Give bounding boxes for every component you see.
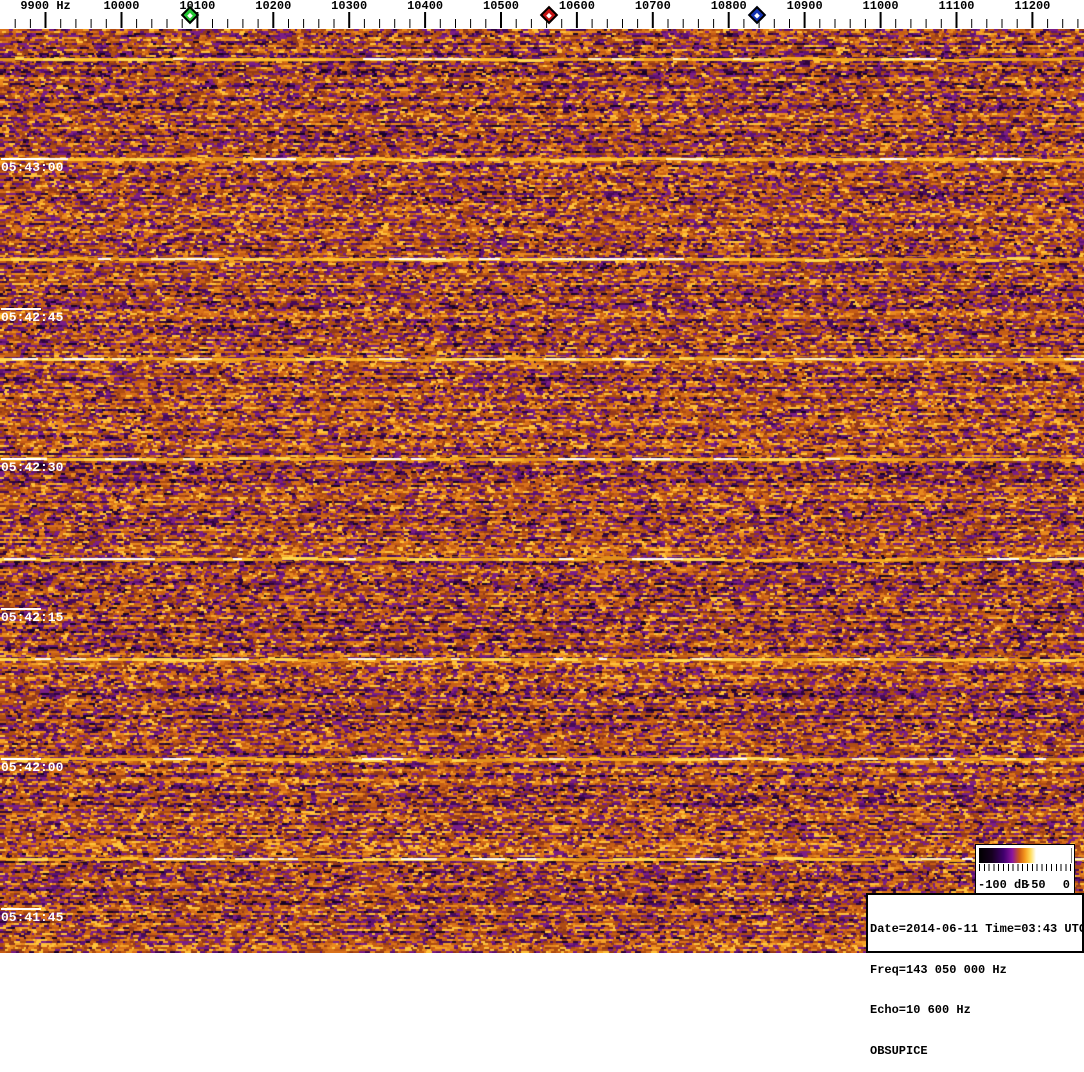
colorbar-max-label: 0: [1062, 878, 1070, 892]
time-label-text: 05:42:30: [1, 460, 64, 475]
time-label-text: 05:42:45: [1, 310, 64, 325]
freq-tick-label-10800: 10800: [710, 0, 747, 13]
time-label-054215: 05:42:15: [1, 608, 63, 625]
colorbar-mid-label: -50: [1023, 878, 1046, 892]
freq-tick-label-9900: 9900 Hz: [20, 0, 71, 13]
info-echo-line: Echo=10 600 Hz: [870, 1003, 971, 1017]
time-label-054145: 05:41:45: [1, 908, 63, 925]
color-scale-legend: -100 dB -50 0: [975, 844, 1075, 894]
freq-tick-label-11000: 11000: [862, 0, 899, 13]
time-label-054300: 05:43:00: [1, 158, 63, 175]
freq-tick-label-10600: 10600: [558, 0, 595, 13]
observation-info-box: Date=2014-06-11 Time=03:43 UTC Freq=143 …: [866, 893, 1084, 1057]
frequency-scale[interactable]: 9900 Hz 10000 10100 10200 10300 10400 10500 106…: [0, 0, 1084, 29]
red-diamond-marker[interactable]: [539, 5, 559, 25]
time-label-text: 05:43:00: [1, 160, 64, 175]
green-diamond-marker-center-dot: [186, 12, 193, 18]
info-frequency-line: Freq=143 050 000 Hz: [870, 962, 1007, 977]
freq-tick-label-10300: 10300: [331, 0, 368, 13]
time-label-054230: 05:42:30: [1, 458, 63, 475]
colorbar-tick-ruler: [979, 864, 1071, 871]
freq-tick-label-10900: 10900: [786, 0, 823, 13]
time-label-text: 05:41:45: [1, 910, 64, 925]
red-diamond-marker-center-dot: [545, 12, 552, 18]
freq-tick-label-10700: 10700: [634, 0, 671, 13]
freq-tick-label-10400: 10400: [407, 0, 444, 13]
info-station-line: OBSUPICE: [870, 1043, 928, 1058]
blue-diamond-marker-center-dot: [753, 12, 760, 18]
info-date-time-line: Date=2014-06-11 Time=03:43 UTC: [870, 922, 1084, 936]
green-diamond-marker[interactable]: [180, 5, 199, 25]
blue-diamond-marker[interactable]: [747, 5, 767, 25]
red-diamond-marker-shape: [539, 5, 559, 25]
time-label-054245: 05:42:45: [1, 308, 63, 325]
freq-tick-label-11100: 11100: [938, 0, 975, 13]
blue-diamond-marker-shape: [747, 5, 767, 25]
time-label-054200: 05:42:00: [1, 758, 63, 775]
time-label-text: 05:42:00: [1, 760, 64, 775]
freq-tick-label-10200: 10200: [255, 0, 292, 13]
green-diamond-marker-shape: [180, 5, 199, 25]
spectrogram-waterfall-canvas[interactable]: [0, 29, 1084, 953]
colorbar-min-label: -100 dB: [978, 878, 1029, 892]
freq-tick-label-10000: 10000: [103, 0, 140, 13]
time-label-text: 05:42:15: [1, 610, 64, 625]
freq-tick-label-11200: 11200: [1014, 0, 1051, 13]
colorbar-gradient: [979, 848, 1072, 863]
colorbar-labels: -100 dB -50 0: [976, 877, 1074, 892]
freq-tick-label-10500: 10500: [482, 0, 520, 13]
